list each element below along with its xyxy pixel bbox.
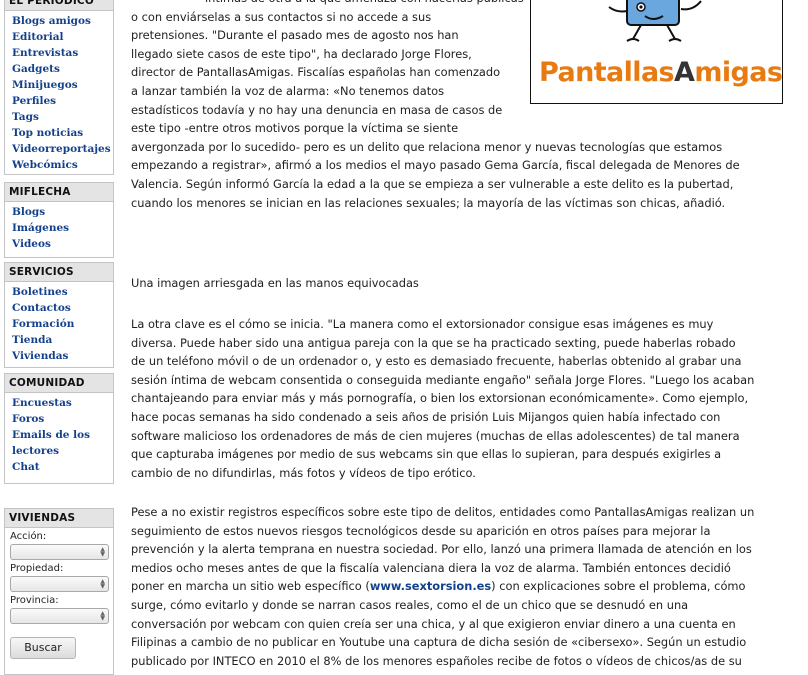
text-line: de un teléfono móvil o de un ordenador o… [131, 354, 742, 369]
text-line: sesión íntima de webcam consentida o con… [131, 372, 755, 387]
select-arrows-icon: ▲ ▼ [100, 610, 105, 622]
sidebar-item[interactable]: Emails de los [12, 427, 113, 443]
sidebar-item[interactable]: Webcómics [12, 157, 113, 173]
propiedad-label: Propiedad: [10, 563, 64, 574]
sidebar-item[interactable]: Contactos [12, 300, 113, 316]
text-line: hace pocas semanas ha sido condenado a s… [131, 409, 721, 424]
text-segment: ) con explicaciones sobre el problema, c… [491, 579, 746, 594]
sidebar-item[interactable]: Tienda [12, 332, 113, 348]
sidebar-item[interactable]: Videorreportajes [12, 141, 113, 157]
sidebar-block-comunidad: COMUNIDAD Encuestas Foros Emails de los lec… [4, 373, 114, 484]
sidebar-item[interactable]: Foros [12, 411, 113, 427]
sidebar-list-comunidad: Encuestas Foros Emails de los lectores Chat [5, 393, 113, 478]
sidebar-heading-viviendas: VIVIENDAS [5, 509, 113, 528]
text-line: director de PantallasAmigas. Fiscalías e… [131, 65, 501, 80]
text-line: prevención y la alerta temprana en nuest… [131, 542, 752, 557]
text-line: a lanzar también la voz de alarma: «No t… [131, 83, 445, 98]
text-line: Valencia. Según informó García la edad a… [131, 176, 734, 191]
select-arrows-icon: ▲ ▼ [100, 546, 105, 558]
provincia-select[interactable]: ▲ ▼ [10, 608, 109, 624]
text-line: seguimiento de estos nuevos riesgos tecn… [131, 523, 711, 538]
text-line: empezando a registrar», afirmó a los med… [131, 158, 740, 173]
text-line: software malicioso los ordenadores de má… [131, 428, 740, 443]
sidebar-heading-comunidad: COMUNIDAD [5, 374, 113, 393]
sidebar-item[interactable]: Encuestas [12, 395, 113, 411]
text-line: pretensiones. "Durante el pasado mes de … [131, 28, 459, 43]
text-line: Pese a no existir registros específicos … [131, 505, 755, 519]
sextorsion-link[interactable]: www.sextorsion.es [370, 579, 491, 593]
sidebar-item[interactable]: Minijuegos [12, 77, 113, 93]
text-line: chantajeando para enviar más y más porno… [131, 391, 749, 406]
sidebar-item[interactable]: Editorial [12, 29, 113, 45]
sidebar-item[interactable]: Blogs amigos [12, 13, 113, 29]
article-paragraph: La otra clave es el cómo se inicia. "La … [131, 315, 754, 482]
sidebar-item[interactable]: Viviendas [12, 348, 113, 364]
text-line: Filipinas a cambio de no publicar en You… [131, 635, 747, 650]
text-line: poner en marcha un sitio web específico … [131, 577, 754, 596]
sidebar-list-servicios: Boletines Contactos Formación Tienda Viviend… [5, 282, 113, 367]
text-line: íntimas de otra a la que amenaza con hac… [131, 0, 740, 8]
sidebar-item[interactable]: Perfiles [12, 93, 113, 109]
sidebar-item[interactable]: Imágenes [12, 220, 113, 236]
text-line: cambio de no difundirlas, más fotos y ví… [131, 465, 476, 480]
text-segment: poner en marcha un sitio web específico … [131, 579, 370, 594]
sidebar: EL PERIÓDICO Blogs amigos Editorial Entrev… [4, 0, 114, 675]
text-line: surge, cómo evitarlo y donde se narran c… [131, 597, 689, 612]
sidebar-item[interactable]: Tags [12, 109, 113, 125]
accion-label: Acción: [10, 531, 47, 542]
sidebar-item[interactable]: Chat [12, 459, 113, 475]
sidebar-block-viviendas: VIVIENDAS Acción: ▲ ▼ Propiedad: ▲ ▼ Provi… [4, 508, 114, 675]
article-paragraph: Pese a no existir registros específicos … [131, 503, 754, 670]
accion-select[interactable]: ▲ ▼ [10, 544, 109, 560]
buscar-button[interactable]: Buscar [10, 637, 76, 659]
text-line: La otra clave es el cómo se inicia. "La … [131, 317, 714, 331]
sidebar-heading-miflecha: MIFLECHA [5, 183, 113, 202]
provincia-label: Provincia: [10, 595, 59, 606]
sidebar-item[interactable]: Boletines [12, 284, 113, 300]
text-line: este tipo -entre otros motivos porque la… [131, 121, 459, 136]
text-line: medios ocho meses antes de que la fiscal… [131, 560, 731, 575]
text-line: cuando los menores se inician en las rel… [131, 195, 726, 210]
sidebar-block-periodico: EL PERIÓDICO Blogs amigos Editorial Entrev… [4, 0, 114, 175]
sidebar-item[interactable]: Blogs [12, 204, 113, 220]
sidebar-item[interactable]: Top noticias [12, 125, 113, 141]
sidebar-item[interactable]: Entrevistas [12, 45, 113, 61]
sidebar-list-miflecha: Blogs Imágenes Videos [5, 202, 113, 255]
text-line: publicado por INTECO en 2010 el 8% de lo… [131, 653, 742, 668]
sidebar-block-servicios: SERVICIOS Boletines Contactos Formación Tie… [4, 262, 114, 368]
sidebar-item[interactable]: Videos [12, 236, 113, 252]
sidebar-heading-servicios: SERVICIOS [5, 263, 113, 282]
article-paragraph: íntimas de otra a la que amenaza con hac… [131, 0, 740, 212]
sidebar-heading-periodico: EL PERIÓDICO [5, 0, 113, 11]
sidebar-block-miflecha: MIFLECHA Blogs Imágenes Videos [4, 182, 114, 258]
text-line: o con enviárselas a sus contactos si no … [131, 9, 432, 24]
propiedad-select[interactable]: ▲ ▼ [10, 576, 109, 592]
select-arrows-icon: ▲ ▼ [100, 578, 105, 590]
article-subheading: Una imagen arriesgada en las manos equiv… [131, 276, 419, 290]
text-line: estadísticos todavía y no hay una denunc… [131, 102, 503, 117]
sidebar-item[interactable]: Gadgets [12, 61, 113, 77]
text-line: avergonzada por lo sucedido- pero es un … [131, 139, 723, 154]
sidebar-item[interactable]: lectores [12, 443, 113, 459]
text-line: conversación por webcam con quien creía … [131, 616, 736, 631]
text-line: que capturaba imágenes por medio de sus … [131, 447, 722, 462]
sidebar-item[interactable]: Formación [12, 316, 113, 332]
sidebar-list-periodico: Blogs amigos Editorial Entrevistas Gadgets M… [5, 11, 113, 176]
text-line: diversa. Puede haber sido una antigua pa… [131, 335, 736, 350]
text-line: llegado siete casos de este tipo", ha de… [131, 46, 472, 61]
